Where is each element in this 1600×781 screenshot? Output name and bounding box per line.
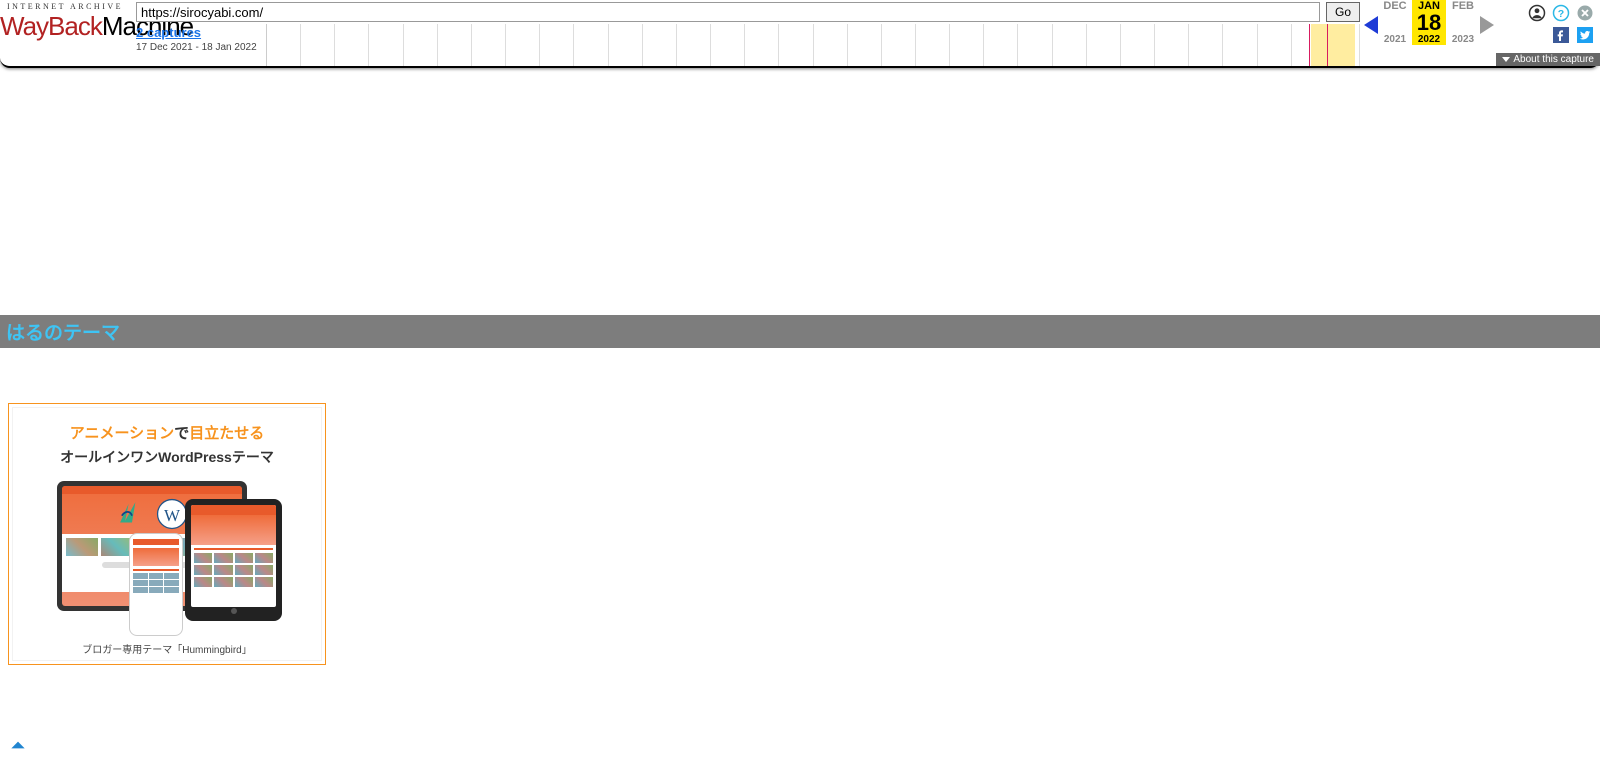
ad-footer-text: ブロガー専用テーマ「Hummingbird」 bbox=[82, 641, 251, 656]
captures-link[interactable]: 2 captures bbox=[136, 25, 201, 40]
go-button[interactable]: Go bbox=[1326, 2, 1360, 22]
ad-headline-2: オールインワンWordPressテーマ bbox=[60, 447, 274, 467]
calendar-nav: DEC 2021 JAN 18 2022 FEB 2023 bbox=[1364, 0, 1494, 66]
next-month-label: FEB bbox=[1446, 0, 1480, 12]
logo-wayback-text: WayBack bbox=[0, 11, 102, 41]
logo-main: WayBackMachine bbox=[0, 11, 130, 42]
about-capture-label: About this capture bbox=[1513, 54, 1594, 65]
next-capture-arrow-icon bbox=[1480, 16, 1494, 34]
current-month[interactable]: JAN 18 2022 bbox=[1412, 0, 1446, 45]
ad-banner[interactable]: アニメーションで目立たせる オールインワンWordPressテーマ W bbox=[8, 403, 326, 665]
current-day: 18 bbox=[1412, 12, 1446, 34]
prev-month[interactable]: DEC 2021 bbox=[1378, 0, 1412, 45]
twitter-icon[interactable] bbox=[1576, 26, 1594, 44]
svg-text:?: ? bbox=[1558, 8, 1564, 20]
wayback-toolbar: INTERNET ARCHIVE WayBackMachine Go 2 cap… bbox=[0, 0, 1600, 68]
url-input[interactable] bbox=[136, 2, 1320, 22]
section-heading: はるのテーマ bbox=[0, 315, 1600, 348]
ad-devices-illustration: W bbox=[57, 481, 277, 631]
help-icon[interactable]: ? bbox=[1552, 4, 1570, 22]
prev-year-label: 2021 bbox=[1378, 34, 1412, 45]
scroll-to-top-button[interactable] bbox=[8, 735, 28, 755]
next-year-label: 2023 bbox=[1446, 34, 1480, 45]
facebook-icon[interactable] bbox=[1552, 26, 1570, 44]
current-year-label: 2022 bbox=[1412, 34, 1446, 45]
logo-top-text: INTERNET ARCHIVE bbox=[0, 2, 130, 11]
date-range: 17 Dec 2021 - 18 Jan 2022 bbox=[136, 42, 266, 53]
about-capture-toggle[interactable]: About this capture bbox=[1496, 53, 1600, 66]
dropdown-triangle-icon bbox=[1502, 57, 1510, 62]
sparkline-timeline[interactable] bbox=[266, 24, 1360, 66]
user-icon[interactable] bbox=[1528, 4, 1546, 22]
close-icon[interactable] bbox=[1576, 4, 1594, 22]
svg-text:W: W bbox=[164, 506, 181, 525]
prev-capture-arrow-icon[interactable] bbox=[1364, 16, 1378, 34]
ad-headline-1: アニメーションで目立たせる bbox=[70, 422, 264, 443]
next-month: FEB 2023 bbox=[1446, 0, 1480, 45]
prev-month-label: DEC bbox=[1378, 0, 1412, 12]
wayback-logo[interactable]: INTERNET ARCHIVE WayBackMachine bbox=[0, 0, 130, 66]
